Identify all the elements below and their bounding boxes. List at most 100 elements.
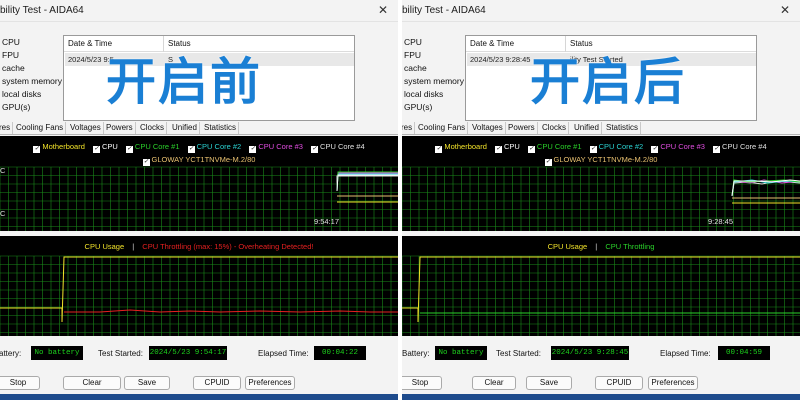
sensor-system-memory[interactable]: system memory bbox=[404, 75, 466, 88]
temperature-graph: ✓ Motherboard ✓ CPU ✓ CPU Core #1 ✓ CPU Core… bbox=[0, 136, 398, 231]
tab-cooling-fans[interactable]: Cooling Fans bbox=[416, 122, 469, 134]
test-started-label: Test Started: bbox=[496, 349, 541, 358]
elapsed-time-label: Elapsed Time: bbox=[258, 349, 309, 358]
sensor-gpus[interactable]: GPU(s) bbox=[404, 101, 466, 114]
window-title: bility Test - AIDA64 bbox=[0, 5, 84, 16]
sensor-cpu[interactable]: CPU bbox=[404, 36, 466, 49]
legend-separator: | bbox=[595, 242, 598, 251]
sensor-gpus[interactable]: GPU(s) bbox=[2, 101, 64, 114]
cpu-usage-graph-canvas bbox=[0, 255, 398, 336]
info-bar: attery: No battery Test Started: 2024/5/… bbox=[0, 342, 398, 364]
tab-temperatures[interactable]: res bbox=[0, 122, 14, 134]
elapsed-time-value: 00:04:59 bbox=[718, 346, 770, 360]
test-started-value: 2024/5/23 9:54:17 bbox=[149, 346, 227, 360]
cpu-throttling-line bbox=[64, 309, 398, 313]
tab-powers[interactable]: Powers bbox=[506, 122, 538, 134]
checkbox-icon: ✓ bbox=[92, 146, 100, 153]
legend-cpu-core-4[interactable]: ✓ CPU Core #4 bbox=[311, 142, 365, 153]
sensor-fpu[interactable]: FPU bbox=[2, 49, 64, 62]
tab-temperatures[interactable]: res bbox=[402, 122, 416, 134]
legend-cpu-throttling: CPU Throttling (max: 15%) - Overheating … bbox=[142, 242, 314, 251]
checkbox-icon: ✓ bbox=[544, 159, 552, 166]
tab-voltages[interactable]: Voltages bbox=[68, 122, 104, 134]
close-icon[interactable]: ✕ bbox=[780, 3, 790, 17]
battery-label: attery: bbox=[0, 349, 22, 358]
legend-cpu-core-1[interactable]: ✓ CPU Core #1 bbox=[527, 142, 582, 153]
tab-cooling-fans[interactable]: Cooling Fans bbox=[14, 122, 67, 134]
checkbox-icon: ✓ bbox=[435, 146, 443, 153]
battery-label: Battery: bbox=[402, 349, 430, 358]
title-bar: bility Test - AIDA64 ✕ bbox=[402, 0, 800, 22]
sensor-cache[interactable]: cache bbox=[2, 62, 64, 75]
tab-voltages[interactable]: Voltages bbox=[470, 122, 506, 134]
legend-ssd[interactable]: ✓ GLOWAY YCT1TNVMe-M.2/80 bbox=[544, 155, 657, 166]
sensor-cpu[interactable]: CPU bbox=[2, 36, 64, 49]
legend-cpu[interactable]: ✓ CPU bbox=[494, 142, 520, 153]
legend-cpu-core-4[interactable]: ✓ CPU Core #4 bbox=[713, 142, 767, 153]
graph-time-label: 9:28:45 bbox=[708, 217, 734, 226]
cpuid-button[interactable]: CPUID bbox=[595, 376, 643, 390]
battery-value: No battery bbox=[435, 346, 487, 360]
preferences-button[interactable]: Preferences bbox=[648, 376, 698, 390]
legend-cpu-core-3[interactable]: ✓ CPU Core #3 bbox=[651, 142, 705, 153]
tab-unified[interactable]: Unified bbox=[170, 122, 200, 134]
legend-cpu[interactable]: ✓ CPU bbox=[92, 142, 118, 153]
legend-motherboard[interactable]: ✓ Motherboard bbox=[435, 142, 487, 153]
stop-button[interactable]: Stop bbox=[402, 376, 442, 390]
sensor-local-disks[interactable]: local disks bbox=[404, 88, 466, 101]
tab-statistics[interactable]: Statistics bbox=[202, 122, 240, 134]
sensor-system-memory[interactable]: system memory bbox=[2, 75, 64, 88]
cpu-line bbox=[336, 174, 398, 192]
graph-grid bbox=[402, 255, 800, 336]
preferences-button[interactable]: Preferences bbox=[245, 376, 295, 390]
aida64-window-after: bility Test - AIDA64 ✕ CPU FPU cache sys… bbox=[402, 0, 800, 400]
taskbar-strip bbox=[0, 394, 398, 400]
clear-button[interactable]: Clear bbox=[63, 376, 121, 390]
clear-button[interactable]: Clear bbox=[472, 376, 516, 390]
legend-motherboard[interactable]: ✓ Motherboard bbox=[33, 142, 85, 153]
cpu-usage-graph: CPU Usage | CPU Throttling (max: 15%) - … bbox=[0, 236, 398, 336]
sensor-local-disks[interactable]: local disks bbox=[2, 88, 64, 101]
graph-legend: CPU Usage | CPU Throttling bbox=[402, 242, 800, 251]
title-bar: bility Test - AIDA64 ✕ bbox=[0, 0, 398, 22]
checkbox-icon: ✓ bbox=[142, 159, 150, 166]
comparison-screenshot: bility Test - AIDA64 ✕ CPU FPU cache sys… bbox=[0, 0, 800, 400]
tab-clocks[interactable]: Clocks bbox=[138, 122, 168, 134]
stop-button[interactable]: Stop bbox=[0, 376, 40, 390]
sensor-cache[interactable]: cache bbox=[404, 62, 466, 75]
checkbox-icon: ✓ bbox=[713, 146, 721, 153]
aida64-window-before: bility Test - AIDA64 ✕ CPU FPU cache sys… bbox=[0, 0, 398, 400]
taskbar-strip bbox=[402, 394, 800, 400]
legend-cpu-core-1[interactable]: ✓ CPU Core #1 bbox=[125, 142, 180, 153]
stress-sensor-list: CPU FPU cache system memory local disks … bbox=[2, 36, 64, 114]
legend-cpu-usage: CPU Usage bbox=[547, 242, 588, 251]
checkbox-icon: ✓ bbox=[651, 146, 659, 153]
tab-statistics[interactable]: Statistics bbox=[604, 122, 642, 134]
temperature-graph: ✓ Motherboard ✓ CPU ✓ CPU Core #1 ✓ CPU Core… bbox=[402, 136, 800, 231]
save-button[interactable]: Save bbox=[526, 376, 572, 390]
tab-powers[interactable]: Powers bbox=[104, 122, 136, 134]
tab-clocks[interactable]: Clocks bbox=[540, 122, 570, 134]
checkbox-icon: ✓ bbox=[494, 146, 502, 153]
legend-cpu-core-2[interactable]: ✓ CPU Core #2 bbox=[187, 142, 241, 153]
legend-cpu-core-3[interactable]: ✓ CPU Core #3 bbox=[249, 142, 303, 153]
test-started-value: 2024/5/23 9:28:45 bbox=[551, 346, 629, 360]
graph-grid bbox=[0, 255, 398, 336]
legend-cpu-core-2[interactable]: ✓ CPU Core #2 bbox=[589, 142, 643, 153]
cpu-core-2-line bbox=[336, 173, 398, 192]
tab-unified[interactable]: Unified bbox=[572, 122, 602, 134]
stress-sensor-list: CPU FPU cache system memory local disks … bbox=[404, 36, 466, 114]
legend-ssd[interactable]: ✓ GLOWAY YCT1TNVMe-M.2/80 bbox=[142, 155, 255, 166]
y-axis-top-label: C bbox=[0, 166, 6, 175]
legend-cpu-throttling: CPU Throttling bbox=[605, 242, 655, 251]
overlay-label-before: 开启前 bbox=[106, 53, 262, 111]
save-button[interactable]: Save bbox=[124, 376, 170, 390]
checkbox-icon: ✓ bbox=[187, 146, 195, 153]
close-icon[interactable]: ✕ bbox=[378, 3, 388, 17]
sensor-fpu[interactable]: FPU bbox=[404, 49, 466, 62]
elapsed-time-value: 00:04:22 bbox=[314, 346, 366, 360]
cpuid-button[interactable]: CPUID bbox=[193, 376, 241, 390]
graph-grid bbox=[402, 166, 800, 231]
column-date-time[interactable]: Date & Time bbox=[470, 39, 514, 48]
checkbox-icon: ✓ bbox=[589, 146, 597, 153]
